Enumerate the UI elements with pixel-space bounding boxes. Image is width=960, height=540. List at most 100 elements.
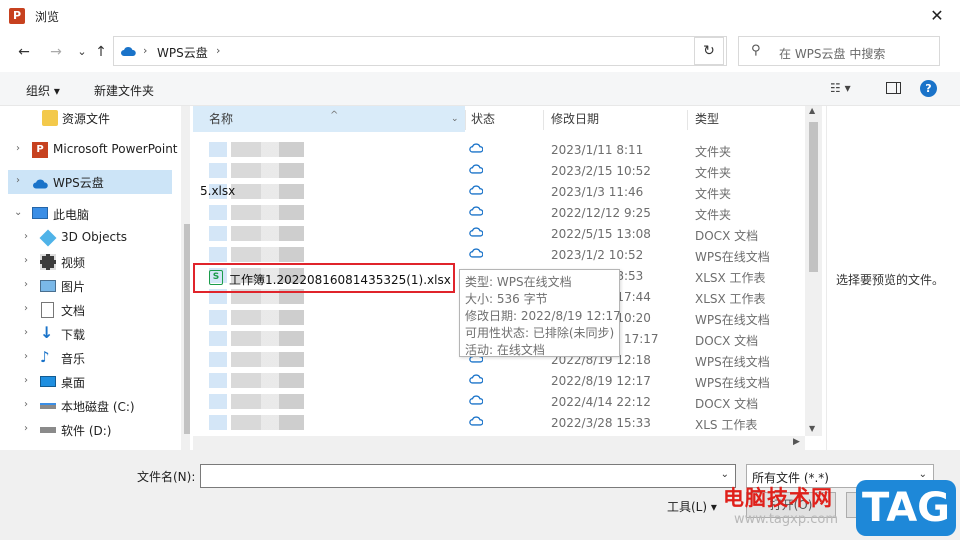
window-title: 浏览 bbox=[35, 10, 60, 24]
chevron-right-icon: › bbox=[24, 255, 28, 266]
sidebar-item-desktop[interactable]: › 桌面 bbox=[8, 370, 172, 394]
chevron-right-icon: › bbox=[24, 399, 28, 410]
preview-message: 选择要预览的文件。 bbox=[836, 273, 945, 287]
sidebar-item-label: WPS云盘 bbox=[53, 176, 104, 190]
back-arrow-icon[interactable]: ← bbox=[14, 42, 34, 62]
chevron-right-icon: › bbox=[24, 423, 28, 434]
sidebar-item-resources[interactable]: 资源文件 bbox=[8, 106, 172, 130]
sidebar-item-label: 图片 bbox=[61, 280, 86, 294]
table-row[interactable]: 2022/3/28 15:33 XLS 工作表 bbox=[193, 412, 805, 433]
sidebar-item-drive-c[interactable]: › 本地磁盘 (C:) bbox=[8, 394, 172, 418]
tools-button[interactable]: 工具(L) ▾ bbox=[667, 498, 717, 515]
up-arrow-icon[interactable]: ↑ bbox=[91, 42, 111, 62]
forward-arrow-icon[interactable]: → bbox=[46, 42, 66, 62]
file-list-vertical-scrollbar[interactable]: ▲ ▼ bbox=[805, 106, 822, 436]
blurred-file-name bbox=[209, 247, 304, 262]
column-divider[interactable] bbox=[465, 110, 466, 130]
chevron-right-icon: › bbox=[24, 375, 28, 386]
table-row[interactable]: 2022/5/15 13:08 DOCX 文档 bbox=[193, 223, 805, 244]
breadcrumb-wps-cloud[interactable]: WPS云盘 bbox=[157, 44, 208, 61]
preview-pane-icon[interactable] bbox=[886, 82, 901, 94]
table-row[interactable]: 2022/4/14 22:12 DOCX 文档 bbox=[193, 391, 805, 412]
cloud-status-icon bbox=[469, 248, 483, 258]
file-modified-date: 2023/1/11 8:11 bbox=[551, 143, 644, 157]
table-row[interactable]: 2023/1/3 11:46 文件夹 bbox=[193, 181, 805, 202]
scroll-right-icon[interactable]: ▶ bbox=[793, 437, 800, 447]
navigation-pane: 资源文件 › P Microsoft PowerPoint › WPS云盘 ⌄ … bbox=[8, 106, 190, 450]
sidebar-item-this-pc[interactable]: ⌄ 此电脑 bbox=[8, 202, 172, 226]
table-row[interactable]: 2023/2/15 10:52 文件夹 bbox=[193, 160, 805, 181]
sidebar-item-pictures[interactable]: › 图片 bbox=[8, 274, 172, 298]
column-header-status[interactable]: 状态 bbox=[471, 106, 495, 132]
sidebar-item-label: 文档 bbox=[61, 304, 86, 318]
sidebar-item-downloads[interactable]: › ↓ 下载 bbox=[8, 322, 172, 346]
sidebar-item-label: Microsoft PowerPoint bbox=[53, 142, 178, 156]
document-icon bbox=[41, 302, 54, 318]
file-modified-date: 2022/3/28 15:33 bbox=[551, 416, 651, 430]
chevron-right-icon: › bbox=[216, 44, 221, 57]
table-row[interactable]: 2022/8/19 12:17 WPS在线文档 bbox=[193, 370, 805, 391]
file-type: 文件夹 bbox=[695, 145, 732, 159]
picture-icon bbox=[40, 280, 56, 292]
tooltip-line: 可用性状态: 已排除(未同步) bbox=[465, 326, 615, 340]
scrollbar-thumb[interactable] bbox=[184, 224, 190, 434]
column-divider[interactable] bbox=[543, 110, 544, 130]
chevron-right-icon: › bbox=[16, 143, 20, 154]
table-row[interactable]: 2022/12/12 9:25 文件夹 bbox=[193, 202, 805, 223]
column-header-type[interactable]: 类型 bbox=[695, 106, 719, 132]
scrollbar-thumb[interactable] bbox=[809, 122, 818, 272]
chevron-right-icon: › bbox=[24, 303, 28, 314]
navigation-bar: ← → ⌄ ↑ › WPS云盘 › ⌄ ↻ ⚲ 在 WPS云盘 中搜索 bbox=[0, 32, 960, 72]
cloud-status-icon bbox=[469, 395, 483, 405]
sidebar-item-powerpoint[interactable]: › P Microsoft PowerPoint bbox=[8, 138, 178, 162]
drive-icon bbox=[40, 403, 56, 409]
sidebar-item-videos[interactable]: › 视频 bbox=[8, 250, 172, 274]
column-header-name[interactable]: 名称 ^ ⌄ bbox=[193, 106, 465, 132]
organize-button[interactable]: 组织 ▾ bbox=[26, 82, 60, 99]
sidebar-item-wps-cloud[interactable]: › WPS云盘 bbox=[8, 170, 172, 194]
chevron-right-icon: › bbox=[24, 231, 28, 242]
watermark-text: 电脑技术网 bbox=[723, 486, 833, 510]
sidebar-item-label: 桌面 bbox=[61, 376, 86, 390]
new-folder-button[interactable]: 新建文件夹 bbox=[94, 82, 154, 99]
music-icon: ♪ bbox=[40, 348, 50, 366]
table-row[interactable]: 2023/1/11 8:11 文件夹 bbox=[193, 139, 805, 160]
sort-up-icon: ^ bbox=[330, 110, 339, 121]
address-bar[interactable]: › WPS云盘 › ⌄ bbox=[113, 36, 792, 66]
search-placeholder: 在 WPS云盘 中搜索 bbox=[779, 47, 886, 61]
highlighted-file-row[interactable]: S 工作簿1.20220816081435325(1).xlsx bbox=[209, 268, 453, 288]
blurred-file-name bbox=[209, 394, 304, 409]
search-input[interactable]: ⚲ 在 WPS云盘 中搜索 bbox=[738, 36, 940, 66]
filename-input[interactable]: ⌄ bbox=[200, 464, 736, 488]
column-divider[interactable] bbox=[687, 110, 688, 130]
blurred-file-name bbox=[209, 310, 304, 325]
chevron-down-icon[interactable]: ⌄ bbox=[451, 106, 459, 132]
scroll-down-icon[interactable]: ▼ bbox=[809, 424, 815, 433]
column-header-modified[interactable]: 修改日期 bbox=[551, 106, 599, 132]
sidebar-item-label: 3D Objects bbox=[61, 230, 128, 244]
scroll-up-icon[interactable]: ▲ bbox=[809, 106, 815, 115]
table-row[interactable]: 2023/1/2 10:52 WPS在线文档 bbox=[193, 244, 805, 265]
sidebar-item-3d-objects[interactable]: › 3D Objects bbox=[8, 226, 172, 250]
sidebar-item-documents[interactable]: › 文档 bbox=[8, 298, 172, 322]
cloud-icon bbox=[33, 179, 48, 189]
help-icon[interactable]: ? bbox=[920, 80, 937, 97]
recent-locations-icon[interactable]: ⌄ bbox=[72, 42, 92, 62]
chevron-right-icon: › bbox=[16, 175, 20, 186]
column-header-label: 名称 bbox=[209, 112, 234, 126]
sidebar-item-drive-d[interactable]: › 软件 (D:) bbox=[8, 418, 172, 442]
view-options-icon[interactable]: ☷ ▾ bbox=[830, 81, 851, 95]
sidebar-scrollbar[interactable] bbox=[181, 106, 190, 450]
file-type: WPS在线文档 bbox=[695, 250, 770, 264]
file-name: 工作簿1.20220816081435325(1).xlsx bbox=[229, 273, 451, 287]
tooltip-line: 活动: 在线文档 bbox=[465, 343, 545, 357]
file-list-horizontal-scrollbar[interactable]: ▶ bbox=[193, 436, 805, 450]
file-type: WPS在线文档 bbox=[695, 355, 770, 369]
title-bar: P 浏览 ✕ bbox=[0, 0, 960, 32]
close-icon[interactable]: ✕ bbox=[920, 3, 954, 29]
blurred-file-name bbox=[209, 142, 304, 157]
file-type: DOCX 文档 bbox=[695, 229, 759, 243]
refresh-button[interactable]: ↻ bbox=[694, 37, 724, 65]
file-type: 文件夹 bbox=[695, 166, 732, 180]
sidebar-item-music[interactable]: › ♪ 音乐 bbox=[8, 346, 172, 370]
